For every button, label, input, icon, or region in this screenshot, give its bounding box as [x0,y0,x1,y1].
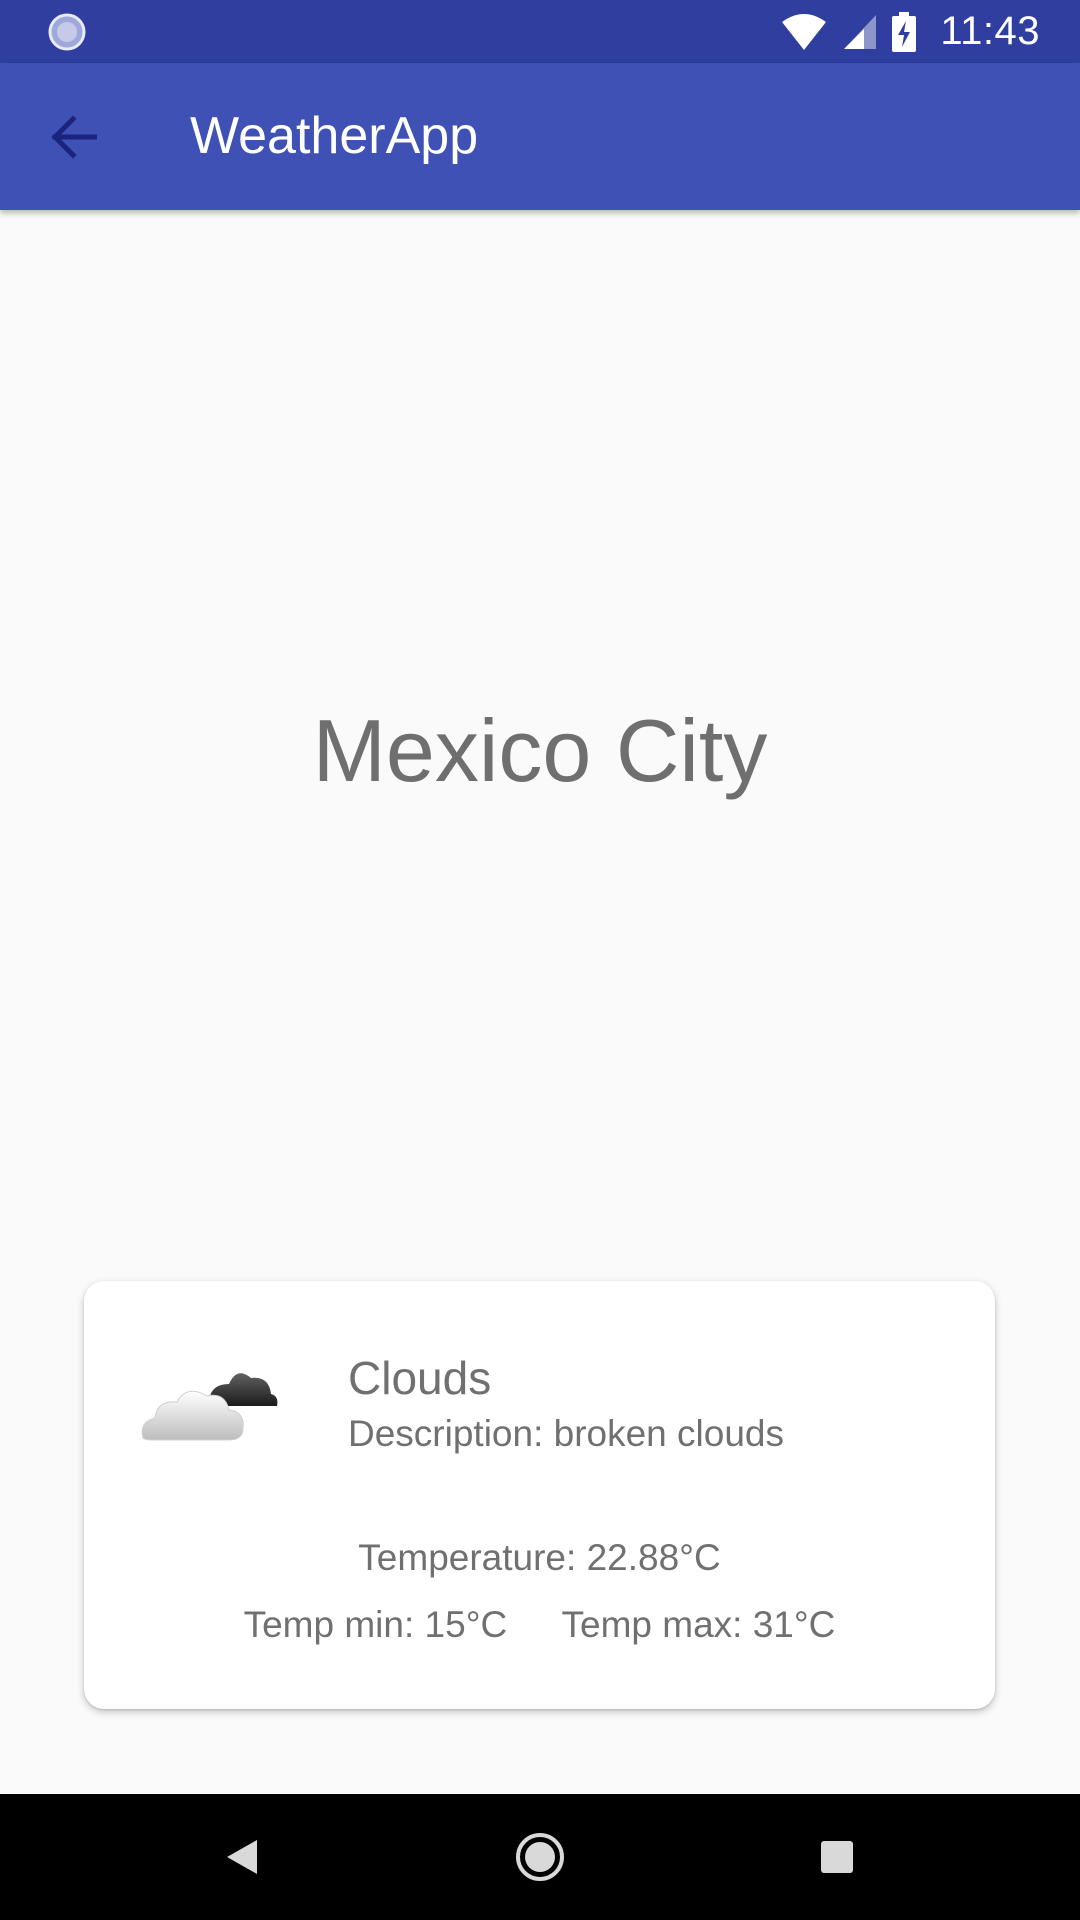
weather-main: Clouds [348,1352,492,1404]
nav-back-icon [227,1840,257,1874]
navigation-bar [0,1794,1080,1920]
loading-icon [48,13,86,51]
temp-min: Temp min: 15°C [243,1604,508,1645]
nav-home-icon [516,1833,564,1881]
temp-max: Temp max: 31°C [561,1604,836,1645]
status-icons: 11:43 [780,0,1040,63]
cloud-icon [141,1373,278,1441]
nav-recents-icon [821,1841,853,1873]
temp-range: Temp min: 15°C Temp max: 31°C [84,1604,995,1646]
arrow-back-icon [51,115,97,159]
nav-home-button[interactable] [500,1817,580,1897]
temperature: Temperature: 22.88°C [358,1537,721,1578]
city-name: Mexico City [312,701,768,800]
app-bar: WeatherApp [0,63,1080,210]
nav-back-button[interactable] [202,1817,282,1897]
back-button[interactable] [30,94,116,180]
wifi-icon [780,12,828,52]
cell-signal-icon [842,13,878,51]
battery-charging-icon [892,11,917,52]
weather-description: Description: broken clouds [348,1413,784,1454]
weather-card: Clouds Description: broken clouds Temper… [84,1281,995,1709]
status-bar: 11:43 [0,0,1080,63]
nav-recents-button[interactable] [797,1817,877,1897]
status-time: 11:43 [940,9,1040,53]
app-title: WeatherApp [190,107,479,165]
